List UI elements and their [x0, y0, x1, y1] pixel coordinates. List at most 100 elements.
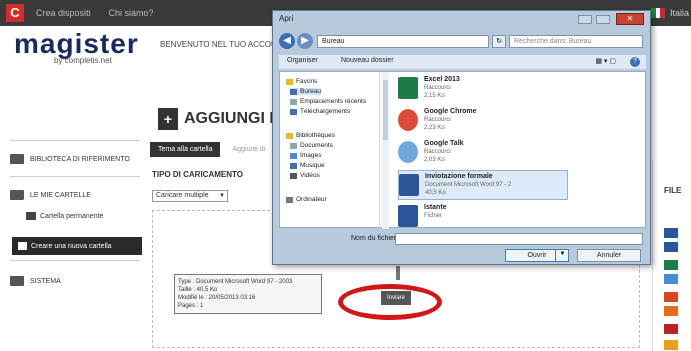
dialog-buttons: Ouvrir ▼ Annuler: [279, 249, 646, 263]
nav-item-music[interactable]: Musique: [290, 162, 325, 169]
sidebar-subitem-permanent[interactable]: Cartella permanente: [26, 212, 103, 220]
sidebar-item-system[interactable]: SISTEMA: [10, 264, 140, 298]
file-item-other[interactable]: Istante Fichier: [398, 202, 558, 232]
nav-item-images[interactable]: Images: [290, 152, 321, 159]
vertical-scrollbar[interactable]: [382, 72, 389, 229]
chrome-icon: [398, 109, 418, 131]
desktop-icon: [290, 88, 297, 95]
nav-item-libraries[interactable]: Bibliothèques: [286, 132, 335, 139]
new-folder-dialog-button[interactable]: Nouveau dossier: [341, 57, 394, 64]
sidebar-item-library[interactable]: BIBLIOTECA DI RIFERIMENTO: [10, 142, 140, 176]
close-button[interactable]: ✕: [616, 13, 644, 25]
library-icon: [10, 154, 24, 164]
file-item-excel[interactable]: Excel 2013 Raccourci 2,15 Ko: [398, 74, 558, 104]
navigation-pane: Favoris Bureau Emplacements récents Télé…: [280, 72, 380, 229]
help-icon[interactable]: ?: [630, 57, 640, 67]
view-options-icon[interactable]: ▦ ▾ ▢: [595, 57, 616, 65]
file-list: Excel 2013 Raccourci 2,15 Ko Google Chro…: [392, 72, 642, 229]
search-placeholder: Recherche dans: Bureau: [514, 38, 592, 45]
video-icon: [290, 172, 297, 179]
sidebar-subitem-label: Cartella permanente: [40, 212, 104, 220]
nav-item-documents[interactable]: Documents: [290, 142, 333, 149]
new-folder-label: Creare una nuova cartella: [31, 242, 112, 250]
sidebar-item-label: LE MIE CARTELLE: [30, 191, 91, 199]
file-size: 2,23 Ko: [424, 125, 445, 131]
app-logo-icon[interactable]: C: [6, 4, 24, 22]
file-icon: [398, 205, 418, 227]
organize-button[interactable]: Organiser: [287, 57, 318, 64]
nav-item-videos[interactable]: Vidéos: [290, 172, 320, 179]
images-icon: [290, 152, 297, 159]
address-bar: ◀ ▶ Bureau ↻ Recherche dans: Bureau: [279, 33, 646, 51]
language-label[interactable]: Italia: [670, 8, 689, 18]
star-icon: [286, 78, 293, 85]
dialog-toolbar: Organiser Nouveau dossier ▦ ▾ ▢ ?: [279, 55, 646, 69]
highlight-oval: [338, 284, 442, 320]
divider: [10, 260, 140, 261]
file-open-dialog: Apri ✕ ◀ ▶ Bureau ↻ Recherche dans: Bure…: [272, 10, 651, 265]
chat-icon: [398, 141, 418, 163]
archive-icon[interactable]: [664, 340, 678, 350]
nav-item-computer[interactable]: Ordinateur: [286, 196, 327, 203]
resize-handle[interactable]: [396, 266, 400, 280]
file-item-chrome[interactable]: Google Chrome Raccourci 2,23 Ko: [398, 106, 558, 136]
nav-item-label: Bureau: [300, 88, 321, 95]
tab-bar: Tema alla cartella Aggiunti di: [150, 142, 269, 157]
filename-row: Nom du fichier :: [279, 233, 646, 245]
pdf-icon[interactable]: [664, 324, 678, 334]
music-icon: [290, 162, 297, 169]
divider: [10, 140, 140, 141]
upload-type-select[interactable]: Caricare multiple ▼: [152, 190, 228, 202]
file-item-word-doc[interactable]: Inviotazione formale Document Microsoft …: [398, 170, 568, 200]
italy-flag-icon[interactable]: [651, 8, 666, 18]
folder-icon: [26, 212, 36, 220]
maximize-button[interactable]: [596, 15, 610, 24]
word-icon[interactable]: [664, 242, 678, 252]
file-size: 2,15 Ko: [424, 93, 445, 99]
documents-icon: [290, 142, 297, 149]
filename-label: Nom du fichier :: [351, 235, 401, 242]
file-item-talk[interactable]: Google Talk Raccourci 2,03 Ko: [398, 138, 558, 168]
tab-added[interactable]: Aggiunti di: [228, 142, 269, 157]
refresh-icon[interactable]: ↻: [492, 35, 506, 48]
tab-folder[interactable]: Tema alla cartella: [150, 142, 221, 157]
file-type-icons: [662, 180, 688, 351]
file-type: Document Microsoft Word 97 - 2: [425, 182, 512, 188]
path-field[interactable]: Bureau: [317, 35, 489, 48]
top-nav: Crea dispositi Chi siamo?: [36, 8, 154, 18]
file-type: Raccourci: [424, 117, 451, 123]
forward-arrow-icon[interactable]: ▶: [297, 33, 313, 49]
nav-item-downloads[interactable]: Téléchargements: [290, 108, 350, 115]
new-folder-button[interactable]: Creare una nuova cartella: [12, 237, 142, 255]
download-icon: [290, 108, 297, 115]
image-icon[interactable]: [664, 274, 678, 284]
top-nav-link[interactable]: Crea dispositi: [36, 8, 91, 18]
folder-icon: [10, 190, 24, 200]
dialog-title: Apri: [279, 14, 294, 23]
powerpoint-icon[interactable]: [664, 292, 678, 302]
scrollbar-thumb[interactable]: [383, 80, 388, 140]
sidebar-item-my-folders[interactable]: LE MIE CARTELLE: [10, 178, 140, 212]
search-input[interactable]: Recherche dans: Bureau: [509, 35, 643, 48]
top-nav-link[interactable]: Chi siamo?: [109, 8, 154, 18]
nav-item-recent[interactable]: Emplacements récents: [290, 98, 366, 105]
chevron-down-icon[interactable]: ▼: [555, 249, 569, 262]
nav-item-favorites[interactable]: Favoris: [286, 78, 317, 85]
excel-icon[interactable]: [664, 260, 678, 270]
file-name: Istante: [424, 204, 447, 211]
word-icon[interactable]: [664, 228, 678, 238]
powerpoint-icon[interactable]: [664, 306, 678, 316]
minimize-button[interactable]: [578, 15, 592, 24]
tooltip-box: Type : Document Microsoft Word 97 - 2003…: [174, 274, 322, 314]
filename-input[interactable]: [395, 233, 643, 245]
file-type: Raccourci: [424, 149, 451, 155]
sidebar-item-label: SISTEMA: [30, 277, 61, 285]
cancel-button[interactable]: Annuler: [577, 249, 641, 262]
file-name: Google Talk: [424, 140, 464, 147]
file-name: Excel 2013: [424, 76, 460, 83]
nav-item-desktop[interactable]: Bureau: [290, 88, 321, 95]
system-icon: [10, 276, 24, 286]
upload-type-value: Caricare multiple: [156, 192, 209, 199]
file-name: Inviotazione formale: [425, 173, 493, 180]
back-arrow-icon[interactable]: ◀: [279, 33, 295, 49]
